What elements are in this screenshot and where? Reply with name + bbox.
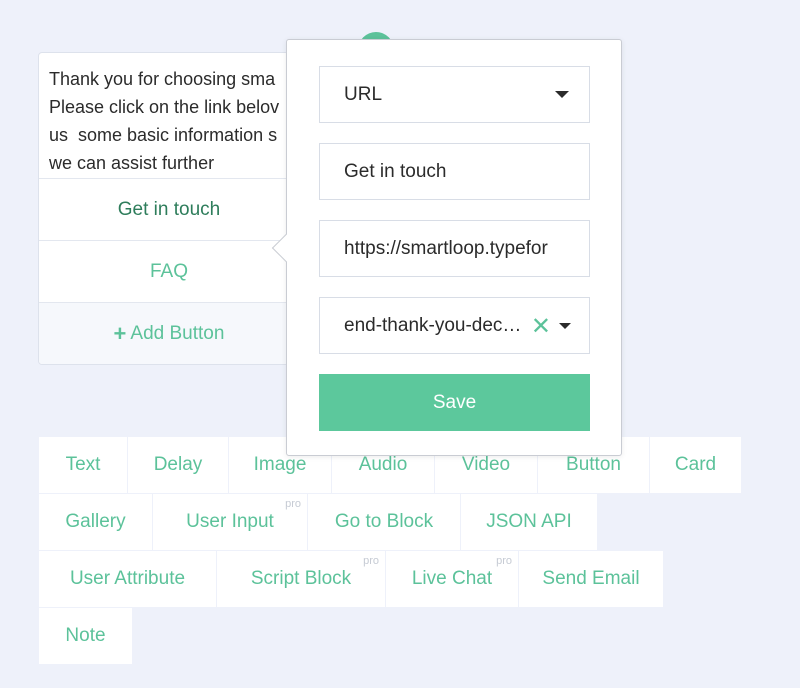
chip-label: User Input [186,511,274,532]
button-label: FAQ [149,260,188,282]
palette-text[interactable]: Text [39,437,127,493]
palette-go-to-block[interactable]: Go to Block [308,494,460,550]
save-button[interactable]: Save [319,374,590,431]
add-button[interactable]: + Add Button [39,303,299,364]
pro-badge: pro [285,498,301,510]
chip-label: Script Block [250,568,352,589]
select-value: end-thank-you-dec… [344,314,522,336]
chip-label: Gallery [65,511,126,532]
chip-label: JSON API [486,511,572,532]
palette-user-attribute[interactable]: User Attribute [39,551,216,607]
button-label: Get in touch [117,198,221,220]
block-select[interactable]: end-thank-you-dec… ✕ [319,297,590,354]
palette-note[interactable]: Note [39,608,132,664]
url-input[interactable]: https://smartloop.typefor [319,220,590,277]
button-get-in-touch[interactable]: Get in touch [39,179,299,241]
chip-label: Delay [153,454,203,475]
palette-script-block[interactable]: Script Block pro [217,551,385,607]
palette-send-email[interactable]: Send Email [519,551,663,607]
chip-label: Text [65,454,101,475]
button-edit-popup: URL Get in touch https://smartloop.typef… [271,39,622,456]
chip-label: User Attribute [69,568,186,589]
chip-label: Video [461,454,511,475]
chip-label: Card [674,454,717,475]
message-text[interactable]: Thank you for choosing sma Please click … [39,53,299,179]
message-bubble: Thank you for choosing sma Please click … [38,52,300,365]
pro-badge: pro [363,555,379,567]
button-type-select[interactable]: URL [319,66,590,123]
chip-label: Audio [358,454,408,475]
chip-label: Button [566,454,621,475]
save-label: Save [432,391,477,413]
chip-label: Send Email [542,568,640,589]
input-value: Get in touch [344,160,447,182]
chip-label: Go to Block [334,511,434,532]
add-button-label: Add Button [130,323,225,344]
caret-down-icon [555,91,569,98]
input-value: https://smartloop.typefor [344,237,548,259]
select-value: URL [344,83,383,105]
palette-delay[interactable]: Delay [128,437,228,493]
chip-label: Note [65,625,106,646]
pro-badge: pro [496,555,512,567]
chip-label: Live Chat [411,568,493,589]
caret-down-icon[interactable] [559,323,571,329]
palette-gallery[interactable]: Gallery [39,494,152,550]
palette-card[interactable]: Card [650,437,741,493]
plus-icon: + [113,321,127,346]
button-faq[interactable]: FAQ [39,241,299,303]
button-title-input[interactable]: Get in touch [319,143,590,200]
palette-json-api[interactable]: JSON API [461,494,597,550]
chip-label: Image [253,454,307,475]
palette-live-chat[interactable]: Live Chat pro [386,551,518,607]
clear-icon[interactable]: ✕ [531,312,551,341]
palette-user-input[interactable]: User Input pro [153,494,307,550]
